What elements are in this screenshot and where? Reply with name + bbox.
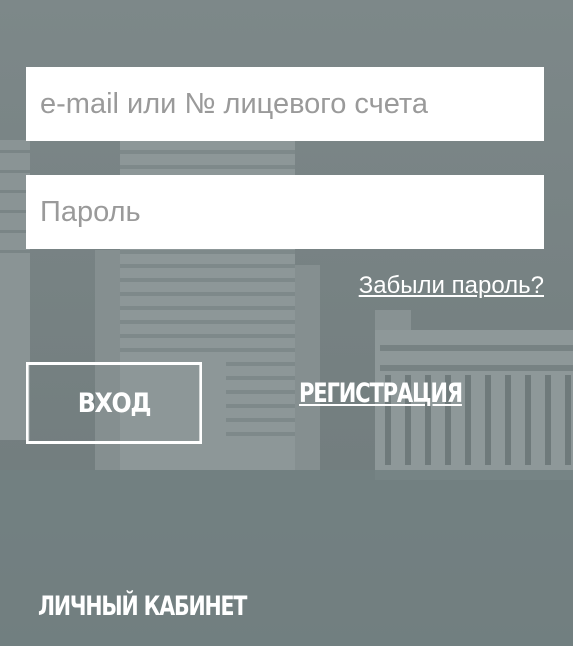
login-panel: Забыли пароль? ВХОД РЕГИСТРАЦИЯ ЛИЧНЫЙ К… — [0, 0, 573, 646]
forgot-password-link[interactable]: Забыли пароль? — [359, 272, 544, 300]
login-input[interactable] — [26, 67, 544, 141]
password-input[interactable] — [26, 175, 544, 249]
login-button[interactable]: ВХОД — [26, 362, 202, 444]
register-link[interactable]: РЕГИСТРАЦИЯ — [299, 378, 463, 409]
section-title: ЛИЧНЫЙ КАБИНЕТ — [38, 591, 247, 622]
